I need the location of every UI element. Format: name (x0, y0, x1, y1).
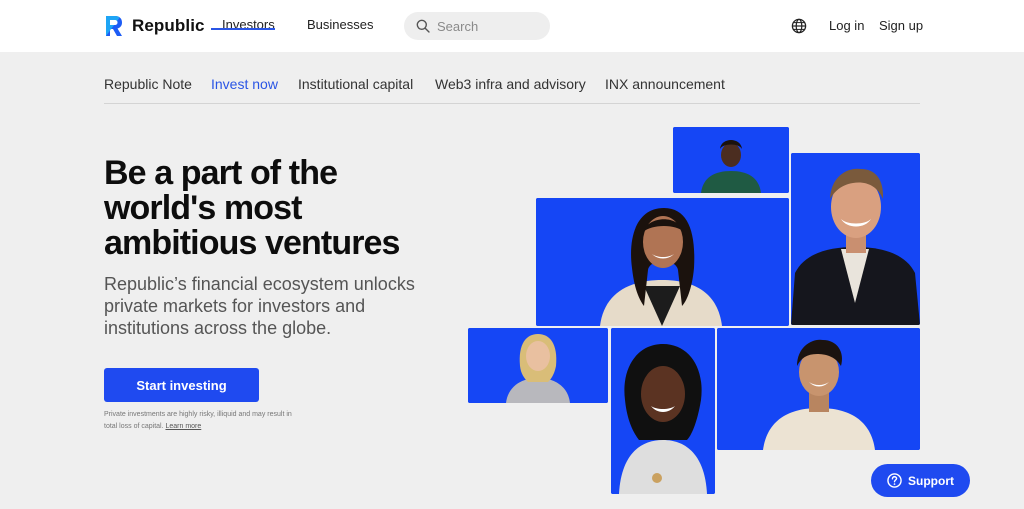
tab-web3-infra[interactable]: Web3 infra and advisory (435, 76, 586, 92)
headline-line-1: Be a part of the (104, 154, 338, 192)
search-icon (416, 19, 430, 33)
portrait-photo (673, 127, 789, 193)
learn-more-link[interactable]: Learn more (165, 423, 201, 430)
tab-inx-announcement[interactable]: INX announcement (605, 76, 725, 92)
headline-line-3: ambitious ventures (104, 224, 400, 262)
section-tabs: Republic Note Invest now Institutional c… (104, 74, 920, 104)
nav-businesses-link[interactable]: Businesses (307, 17, 373, 32)
portrait-photo (611, 328, 715, 494)
start-investing-button[interactable]: Start investing (104, 368, 259, 402)
active-tab-indicator (211, 28, 275, 30)
signup-link[interactable]: Sign up (879, 18, 923, 33)
portrait-photo (791, 153, 920, 325)
support-button[interactable]: Support (871, 464, 970, 497)
portrait-photo (468, 328, 608, 403)
tab-institutional-capital[interactable]: Institutional capital (298, 76, 413, 92)
hero-headline: Be a part of the world's most ambitious … (104, 156, 464, 261)
hero-subtext: Republic’s financial ecosystem unlocks p… (104, 274, 415, 338)
login-link[interactable]: Log in (829, 18, 864, 33)
help-icon (887, 473, 902, 488)
search-input[interactable] (437, 12, 542, 40)
risk-disclaimer: Private investments are highly risky, il… (104, 409, 304, 433)
tab-invest-now[interactable]: Invest now (211, 76, 278, 92)
headline-line-2: world's most (104, 189, 302, 227)
support-label: Support (908, 473, 954, 488)
search-box[interactable] (404, 12, 550, 40)
portrait-photo (536, 198, 789, 326)
tab-republic-note[interactable]: Republic Note (104, 76, 192, 92)
top-navigation: Republic Investors Businesses Log in Sig… (0, 0, 1024, 52)
portrait-photo (717, 328, 920, 450)
globe-icon[interactable] (791, 18, 807, 34)
brand-logo[interactable]: Republic (104, 15, 205, 37)
brand-name: Republic (132, 16, 205, 35)
republic-logo-icon (106, 16, 122, 36)
